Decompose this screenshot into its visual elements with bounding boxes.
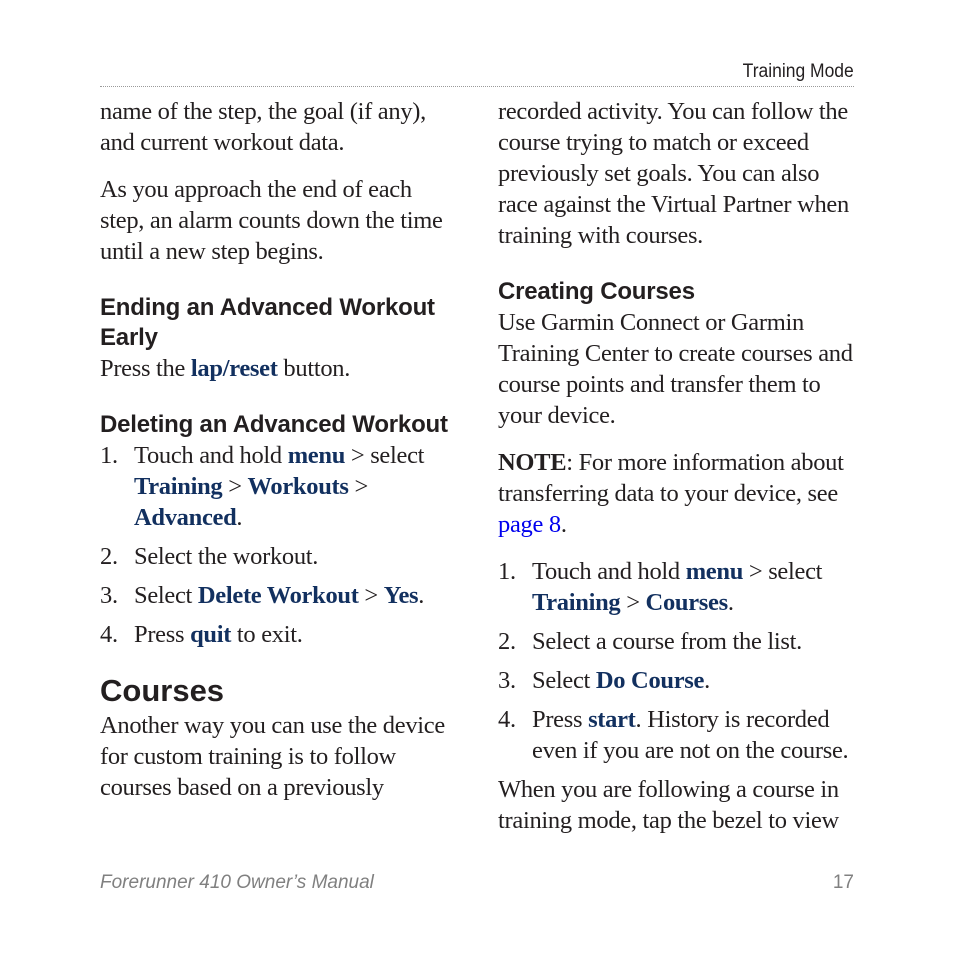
list-item: 3. Select Do Course. — [498, 665, 856, 696]
step-number: 3. — [498, 667, 516, 694]
running-header: Training Mode — [100, 60, 854, 87]
list-item: 1. Touch and hold menu > select Training … — [100, 440, 458, 533]
text: > — [620, 589, 646, 616]
courses-paragraph: Another way you can use the device for c… — [100, 712, 445, 801]
advanced-keyword: Advanced — [134, 504, 237, 531]
list-item: 3. Select Delete Workout > Yes. — [100, 580, 458, 611]
intro-paragraph: name of the step, the goal (if any), and… — [100, 98, 426, 156]
courses-keyword: Courses — [645, 589, 729, 616]
section-title: Training Mode — [742, 61, 854, 82]
list-item: 4. Press quit to exit. — [100, 619, 458, 650]
quit-keyword: quit — [190, 621, 232, 648]
closing-paragraph: When you are following a course in train… — [498, 776, 839, 834]
text: . — [704, 667, 710, 694]
text: Touch and hold — [532, 558, 686, 585]
text: > select — [345, 442, 425, 469]
creating-courses-heading: Creating Courses — [498, 278, 695, 305]
step-number: 2. — [498, 628, 516, 655]
text: > — [222, 473, 248, 500]
recorded-activity-paragraph: recorded activity. You can follow the co… — [498, 98, 849, 249]
step-number: 4. — [100, 621, 118, 648]
left-column: name of the step, the goal (if any), and… — [100, 96, 458, 803]
list-item: 2. Select the workout. — [100, 541, 458, 572]
text: Select — [532, 667, 596, 694]
yes-keyword: Yes — [383, 582, 419, 609]
workouts-keyword: Workouts — [247, 473, 349, 500]
step-number: 1. — [100, 442, 118, 469]
ending-workout-heading: Ending an Advanced Workout Early — [100, 294, 435, 351]
step-number: 1. — [498, 558, 516, 585]
deleting-workout-heading: Deleting an Advanced Workout — [100, 411, 448, 438]
page-8-link[interactable]: page 8 — [498, 511, 561, 538]
courses-heading: Courses — [100, 673, 225, 708]
do-course-keyword: Do Course — [595, 667, 705, 694]
note-label: NOTE — [498, 449, 567, 476]
text: Press — [134, 621, 191, 648]
note-paragraph: NOTE: For more information about transfe… — [498, 447, 856, 540]
text: . — [727, 589, 734, 616]
delete-workout-keyword: Delete Workout — [197, 582, 359, 609]
deleting-steps-list: 1. Touch and hold menu > select Training … — [100, 440, 458, 650]
start-keyword: start — [588, 706, 636, 733]
text: Press the — [100, 355, 191, 382]
text: . — [560, 511, 567, 538]
text: > — [348, 473, 368, 500]
menu-keyword: menu — [685, 558, 744, 585]
lap-reset-keyword: lap/reset — [190, 355, 278, 382]
ending-workout-text: Press the lap/reset button. — [100, 353, 458, 384]
text: to exit. — [231, 621, 303, 648]
training-keyword: Training — [532, 589, 621, 616]
text: Touch and hold — [134, 442, 288, 469]
training-keyword: Training — [134, 473, 223, 500]
creating-courses-paragraph: Use Garmin Connect or Garmin Training Ce… — [498, 309, 853, 429]
manual-title: Forerunner 410 Owner’s Manual — [100, 872, 374, 893]
text: > — [358, 582, 384, 609]
page-number: 17 — [832, 872, 854, 893]
list-item: 1. Touch and hold menu > select Training … — [498, 556, 856, 618]
list-item: 2. Select a course from the list. — [498, 626, 856, 657]
step-number: 2. — [100, 543, 118, 570]
text: . — [418, 582, 425, 609]
menu-keyword: menu — [287, 442, 346, 469]
text: button. — [277, 355, 351, 382]
text: Select a course from the list. — [532, 628, 802, 655]
text: Press — [532, 706, 589, 733]
text: . — [236, 504, 243, 531]
creating-steps-list: 1. Touch and hold menu > select Training … — [498, 556, 856, 766]
list-item: 4. Press start. History is recorded even … — [498, 704, 856, 766]
alarm-paragraph: As you approach the end of each step, an… — [100, 176, 443, 265]
text: Select the workout. — [134, 543, 319, 570]
step-number: 4. — [498, 706, 516, 733]
right-column: recorded activity. You can follow the co… — [498, 96, 856, 836]
text: Select — [134, 582, 198, 609]
step-number: 3. — [100, 582, 118, 609]
text: > select — [743, 558, 823, 585]
